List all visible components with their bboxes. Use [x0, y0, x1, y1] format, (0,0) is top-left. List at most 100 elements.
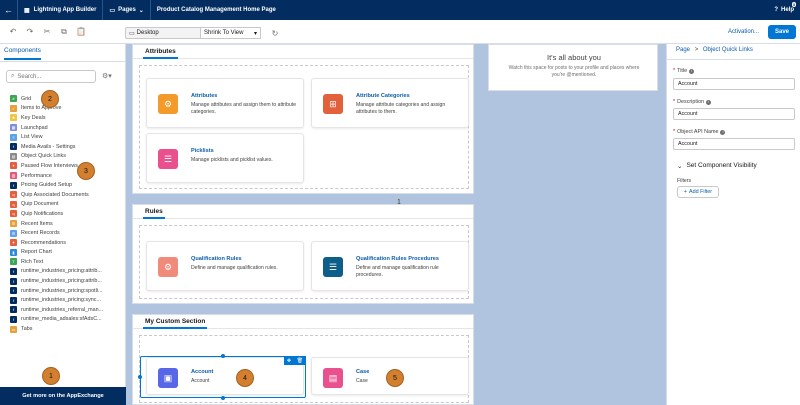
gear-icon[interactable]: ⚙▾ [102, 72, 112, 80]
category-icon: ⊞ [323, 94, 343, 114]
component-label: Recent Items [21, 220, 53, 227]
info-icon[interactable]: i [689, 68, 695, 74]
component-list-item[interactable]: ▤ Object Quick Links [10, 152, 124, 162]
component-list-item[interactable]: q Quip Notifications [10, 209, 124, 219]
tile-desc: Case [356, 378, 368, 384]
section-title: Attributes [143, 44, 178, 59]
component-list-item[interactable]: ▥ Performance [10, 171, 124, 181]
copy-icon[interactable]: ⧉ [57, 25, 71, 39]
add-filter-button[interactable]: + Add Filter [677, 186, 719, 198]
tile-picklists[interactable]: ☰ Picklists Manage picklists and picklis… [146, 133, 304, 183]
component-list-item[interactable]: ✓ Items to Approve [10, 104, 124, 114]
component-icon: ▤ [10, 152, 17, 160]
refresh-icon[interactable]: ↻ [268, 26, 282, 40]
resize-handle[interactable] [221, 396, 225, 400]
component-list-item[interactable]: q Quip Associated Documents [10, 190, 124, 200]
component-list-item[interactable]: f runtime_industries_pricing:attrib... [10, 276, 124, 286]
component-list-item[interactable]: ☰ Recent Records [10, 228, 124, 238]
activation-link[interactable]: Activation... [728, 29, 759, 35]
component-label: Pricing Guided Setup [21, 182, 72, 189]
title-field[interactable]: Account [673, 78, 795, 90]
component-list-item[interactable]: f Pricing Guided Setup [10, 180, 124, 190]
component-list-item[interactable]: ⏸ Paused Flow Interviews [10, 161, 124, 171]
component-icon: f [10, 315, 17, 323]
visibility-label: Set Component Visibility [686, 162, 757, 169]
component-list-item[interactable]: f runtime_media_adsales:sfAdsC... [10, 315, 124, 325]
device-dropdown[interactable]: ▭ Desktop [125, 27, 201, 39]
component-list-item[interactable]: T Rich Text [10, 257, 124, 267]
undo-icon[interactable]: ↶ [6, 25, 20, 39]
breadcrumb-current: Object Quick Links [702, 47, 753, 53]
section-rules[interactable]: Rules ⚙ Qualification Rules Define and m… [132, 204, 474, 304]
description-field-label: * Description i [673, 99, 712, 105]
description-field[interactable]: Account [673, 108, 795, 120]
section-title: Rules [143, 204, 165, 219]
component-list-item[interactable]: ☰ Recent Items [10, 219, 124, 229]
tile-title: Qualification Rules [191, 256, 242, 262]
back-button[interactable]: ← [0, 0, 18, 20]
section-header: Attributes [133, 45, 473, 59]
breadcrumb-page[interactable]: Page [676, 47, 690, 53]
resize-handle[interactable] [138, 375, 142, 379]
pages-label: Pages [118, 7, 136, 13]
component-list-item[interactable]: f Media Avails - Settings [10, 142, 124, 152]
tile-title: Qualification Rules Procedures [356, 256, 439, 262]
pages-menu[interactable]: ▭ Pages ⌄ [103, 0, 151, 20]
component-list-item[interactable]: ▭ Tabs [10, 324, 124, 334]
object-api-name-field[interactable]: Account [673, 138, 795, 150]
search-placeholder: Search... [17, 73, 42, 80]
component-label: Key Deals [21, 114, 46, 121]
component-icon: # [10, 95, 17, 103]
component-list-item[interactable]: f runtime_industries_pricing:attrib... [10, 267, 124, 277]
tile-qualification-rules-procedures[interactable]: ☰ Qualification Rules Procedures Define … [311, 241, 469, 291]
component-icon: ▥ [10, 172, 17, 180]
component-list-item[interactable]: ▮ Report Chart [10, 248, 124, 258]
redo-icon[interactable]: ↷ [23, 25, 37, 39]
info-icon[interactable]: i [720, 129, 726, 135]
component-label: runtime_industries_pricing:spotli... [21, 287, 103, 294]
component-list-item[interactable]: f runtime_industries_pricing:sync... [10, 295, 124, 305]
callout-marker: 4 [236, 369, 254, 387]
component-list-item[interactable]: ▦ Launchpad [10, 123, 124, 133]
tile-qualification-rules[interactable]: ⚙ Qualification Rules Define and manage … [146, 241, 304, 291]
tile-attribute-categories[interactable]: ⊞ Attribute Categories Manage attribute … [311, 78, 469, 128]
delete-icon[interactable]: 🗑 [297, 358, 303, 364]
callout-marker: 2 [41, 90, 59, 108]
appexchange-button[interactable]: Get more on the AppExchange [0, 387, 126, 405]
component-list-item[interactable]: ★ Key Deals [10, 113, 124, 123]
label-text: Title [677, 68, 688, 74]
component-icon: T [10, 258, 17, 266]
components-panel: Components ⌕ Search... ⚙▾ # Grid ✓ Items to… [0, 44, 126, 405]
tab-divider [0, 61, 126, 62]
component-icon: f [10, 143, 17, 151]
component-list-item[interactable]: f runtime_industries_pricing:spotli... [10, 286, 124, 296]
callout-marker: 3 [77, 162, 95, 180]
page-canvas: Attributes ⚙ Attributes Manage attribute… [126, 44, 666, 405]
component-icon: ☰ [10, 229, 17, 237]
section-attributes[interactable]: Attributes ⚙ Attributes Manage attribute… [132, 44, 474, 194]
app-name-menu[interactable]: ▦ Lightning App Builder [18, 0, 104, 20]
visibility-toggle[interactable]: ⌄ Set Component Visibility [677, 162, 757, 170]
component-list-item[interactable]: ✦ Recommendations [10, 238, 124, 248]
tab-components[interactable]: Components [4, 47, 41, 60]
properties-panel: Page > Object Quick Links * Title i Accoun… [666, 44, 800, 405]
component-icon: f [10, 181, 17, 189]
move-icon[interactable]: ✥ [287, 358, 291, 364]
component-list-item[interactable]: ≡ List View [10, 132, 124, 142]
component-search-input[interactable]: ⌕ Search... [6, 70, 96, 83]
view-mode-dropdown[interactable]: Shrink To View ▾ [201, 27, 261, 39]
component-list-item[interactable]: f runtime_industries_referral_man... [10, 305, 124, 315]
save-button[interactable]: Save [768, 25, 796, 39]
info-icon[interactable]: i [706, 99, 712, 105]
selected-component-outline[interactable] [140, 356, 306, 398]
component-icon: f [10, 306, 17, 314]
tile-attributes[interactable]: ⚙ Attributes Manage attributes and assig… [146, 78, 304, 128]
cut-icon[interactable]: ✂ [40, 25, 54, 39]
help-button[interactable]: ? Help 3 [774, 0, 796, 20]
help-label: Help [780, 7, 794, 13]
resize-handle[interactable] [221, 354, 225, 358]
component-list-item[interactable]: # Grid [10, 94, 124, 104]
component-icon: q [10, 210, 17, 218]
paste-icon[interactable]: 📋 [74, 25, 88, 39]
component-list-item[interactable]: q Quip Document [10, 200, 124, 210]
